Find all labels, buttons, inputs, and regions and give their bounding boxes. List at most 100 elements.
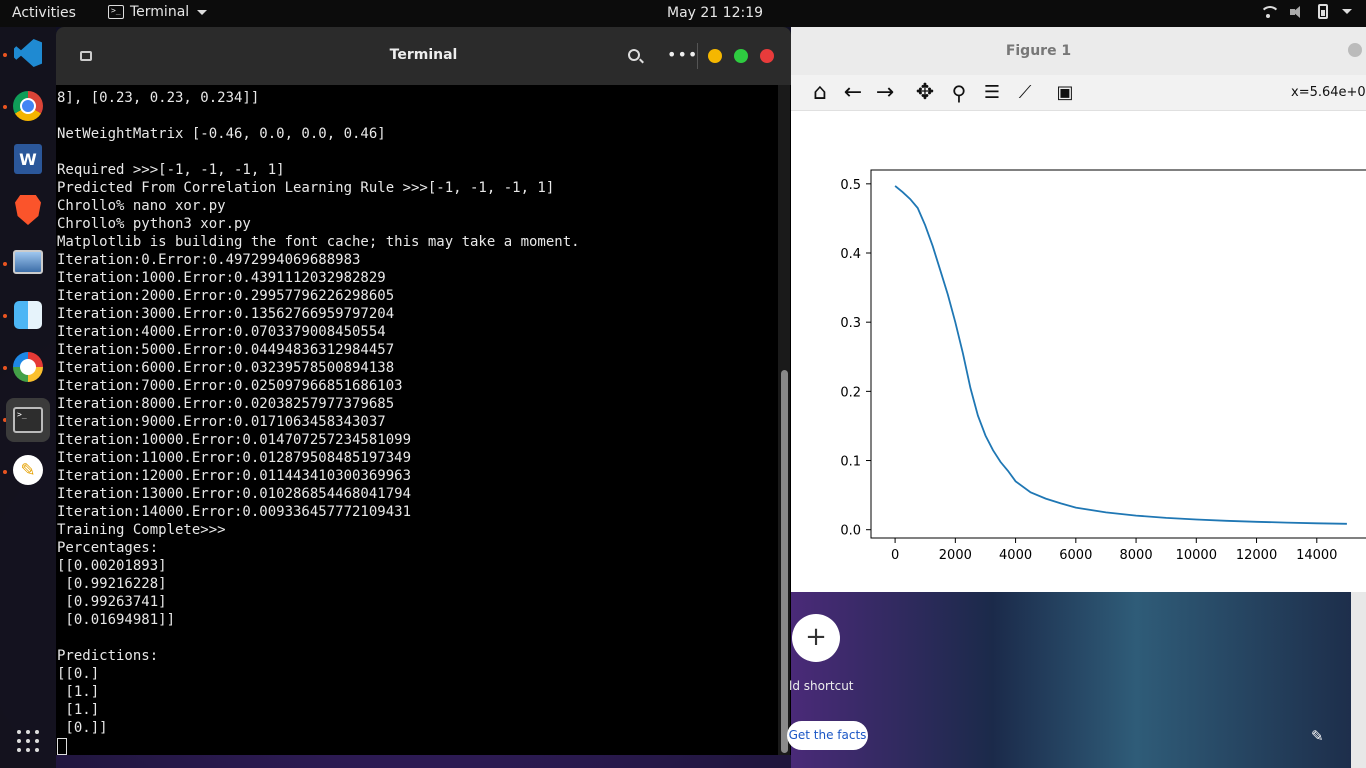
activities-button[interactable]: Activities bbox=[12, 5, 76, 21]
get-the-facts-button[interactable]: Get the facts bbox=[787, 721, 868, 750]
terminal-line: [[0.] bbox=[57, 666, 100, 682]
y-tick-label: 0.2 bbox=[840, 385, 861, 400]
edit-axis-icon[interactable]: ⟋ bbox=[1013, 81, 1037, 105]
terminal-line: Iteration:13000.Error:0.0102868544680417… bbox=[57, 486, 412, 502]
y-tick-label: 0.3 bbox=[840, 316, 861, 331]
terminal-output[interactable]: 8], [0.23, 0.23, 0.234]] NetWeightMatrix… bbox=[57, 89, 775, 755]
chevron-down-icon bbox=[1342, 9, 1352, 14]
add-shortcut-button[interactable]: + bbox=[792, 614, 840, 662]
terminal-window: Terminal ••• 8], [0.23, 0.23, 0.234]] Ne… bbox=[56, 27, 791, 755]
x-tick-label: 2000 bbox=[939, 548, 972, 563]
terminal-line: Predicted From Correlation Learning Rule… bbox=[57, 180, 555, 196]
forward-icon[interactable]: → bbox=[873, 81, 897, 105]
figure-window: Figure 1 ⌂ ← → ✥ ⚲ ☰ ⟋ ▣ x=5.64e+03 0 200… bbox=[791, 27, 1366, 592]
running-indicator bbox=[3, 105, 7, 109]
remmina-icon bbox=[13, 250, 43, 274]
terminal-line: Iteration:3000.Error:0.13562766959797204 bbox=[57, 306, 395, 322]
terminal-titlebar[interactable]: Terminal ••• bbox=[56, 27, 791, 85]
x-tick-label: 12000 bbox=[1236, 548, 1277, 563]
terminal-line: [0.99216228] bbox=[57, 576, 167, 592]
dock-item-word[interactable]: W bbox=[8, 139, 48, 179]
window-control-icon[interactable] bbox=[1348, 43, 1362, 57]
browser-scrollbar[interactable] bbox=[1351, 592, 1366, 768]
y-tick-label: 0.0 bbox=[840, 524, 861, 539]
terminal-line: Iteration:5000.Error:0.04494836312984457 bbox=[57, 342, 395, 358]
terminal-prompt-line bbox=[57, 737, 775, 755]
terminal-line: Iteration:10000.Error:0.0147072572345810… bbox=[57, 432, 412, 448]
top-bar: Activities >_ Terminal May 21 12:19 bbox=[0, 0, 1366, 27]
edit-icon[interactable]: ✎ bbox=[1311, 727, 1324, 745]
x-tick-label: 14000 bbox=[1296, 548, 1337, 563]
x-tick-label: 4000 bbox=[999, 548, 1032, 563]
terminal-line: NetWeightMatrix [-0.46, 0.0, 0.0, 0.46] bbox=[57, 126, 386, 142]
terminal-line: Iteration:8000.Error:0.02038257977379685 bbox=[57, 396, 395, 412]
terminal-line: Chrollo% nano xor.py bbox=[57, 198, 226, 214]
terminal-line: Iteration:7000.Error:0.02509796685168610… bbox=[57, 378, 403, 394]
finder-icon bbox=[14, 301, 42, 329]
minimize-button[interactable] bbox=[708, 49, 722, 63]
terminal-scrollbar[interactable] bbox=[778, 85, 790, 755]
clock[interactable]: May 21 12:19 bbox=[667, 5, 763, 21]
brave-icon bbox=[15, 195, 41, 225]
dock-item-drawing[interactable]: ✎ bbox=[8, 450, 48, 490]
scrollbar-thumb[interactable] bbox=[781, 370, 788, 753]
terminal-line: Percentages: bbox=[57, 540, 159, 556]
divider bbox=[697, 43, 698, 69]
home-icon[interactable]: ⌂ bbox=[808, 81, 832, 105]
dock-item-finder[interactable] bbox=[8, 295, 48, 335]
y-tick-label: 0.1 bbox=[840, 455, 861, 470]
zoom-icon[interactable]: ⚲ bbox=[947, 81, 971, 105]
search-icon[interactable] bbox=[628, 49, 640, 61]
terminal-line: Iteration:4000.Error:0.0703379008450554 bbox=[57, 324, 386, 340]
x-tick-label: 6000 bbox=[1059, 548, 1092, 563]
app-menu[interactable]: >_ Terminal bbox=[108, 4, 208, 20]
save-icon[interactable]: ▣ bbox=[1053, 81, 1077, 105]
terminal-line: Iteration:2000.Error:0.29957796226298605 bbox=[57, 288, 395, 304]
ring-icon bbox=[13, 352, 43, 382]
close-button[interactable] bbox=[760, 49, 774, 63]
dock-item-brave[interactable] bbox=[8, 190, 48, 230]
terminal-line: Iteration:11000.Error:0.0128795084851973… bbox=[57, 450, 412, 466]
dock-item-vscode[interactable] bbox=[8, 33, 48, 73]
terminal-line: Chrollo% python3 xor.py bbox=[57, 216, 251, 232]
dock-item-ring[interactable] bbox=[8, 347, 48, 387]
terminal-line: Iteration:12000.Error:0.0114434103003699… bbox=[57, 468, 412, 484]
dock: W >_ ✎ bbox=[0, 27, 56, 768]
terminal-line: [[0.00201893] bbox=[57, 558, 167, 574]
dock-item-chrome[interactable] bbox=[8, 86, 48, 126]
back-icon[interactable]: ← bbox=[841, 81, 865, 105]
dock-item-terminal[interactable]: >_ bbox=[6, 398, 50, 442]
x-tick-label: 10000 bbox=[1176, 548, 1217, 563]
configure-icon[interactable]: ☰ bbox=[980, 81, 1004, 105]
system-tray[interactable] bbox=[1260, 4, 1352, 19]
running-indicator bbox=[3, 314, 7, 318]
running-indicator bbox=[3, 262, 7, 266]
maximize-button[interactable] bbox=[734, 49, 748, 63]
vscode-icon bbox=[14, 39, 42, 67]
terminal-line: Iteration:6000.Error:0.03239578500894138 bbox=[57, 360, 395, 376]
x-tick-label: 0 bbox=[891, 548, 899, 563]
volume-icon bbox=[1290, 5, 1304, 18]
terminal-line: Predictions: bbox=[57, 648, 159, 664]
desktop: Activities >_ Terminal May 21 12:19 W >_ bbox=[0, 0, 1366, 768]
terminal-icon: >_ bbox=[13, 407, 43, 433]
terminal-line: Matplotlib is building the font cache; t… bbox=[57, 234, 580, 250]
figure-toolbar: ⌂ ← → ✥ ⚲ ☰ ⟋ ▣ x=5.64e+03 bbox=[791, 75, 1366, 111]
terminal-line: 8], [0.23, 0.23, 0.234]] bbox=[57, 90, 260, 106]
chrome-icon bbox=[13, 91, 43, 121]
terminal-cursor bbox=[57, 738, 67, 755]
more-menu-icon[interactable]: ••• bbox=[667, 45, 698, 64]
line-chart[interactable]: 0 2000 4000 6000 8000 10000 12000 14000 0.00.10… bbox=[791, 111, 1366, 592]
word-icon: W bbox=[14, 144, 42, 174]
figure-titlebar[interactable]: Figure 1 bbox=[791, 27, 1366, 75]
x-axis: 0 2000 4000 6000 8000 10000 12000 14000 bbox=[891, 538, 1337, 563]
pan-icon[interactable]: ✥ bbox=[913, 81, 937, 105]
dock-item-remmina[interactable] bbox=[8, 242, 48, 282]
running-indicator bbox=[3, 470, 7, 474]
show-applications-grid-icon[interactable] bbox=[17, 730, 39, 752]
terminal-line: Iteration:14000.Error:0.0093364577721094… bbox=[57, 504, 412, 520]
app-menu-label: Terminal bbox=[130, 4, 190, 20]
